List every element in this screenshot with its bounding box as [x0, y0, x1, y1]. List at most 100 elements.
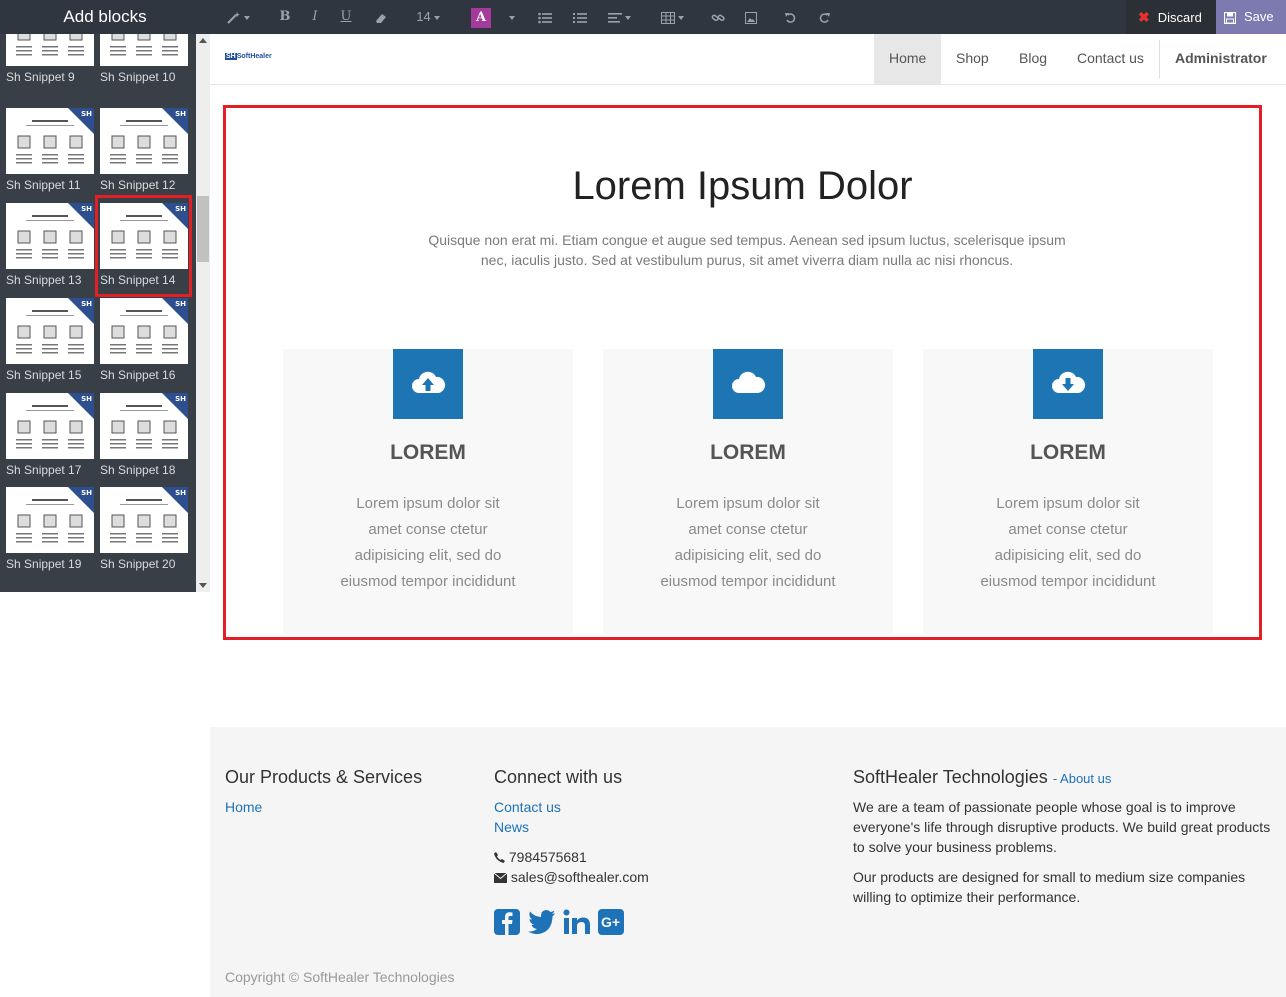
- color-dropdown[interactable]: [503, 0, 517, 34]
- footer-email: sales@softhealer.com: [493, 869, 649, 885]
- feature-icon-box: [393, 349, 463, 419]
- envelope-icon: [493, 872, 508, 883]
- website-navbar: SHSoftHealer Home Shop Blog Contact us A…: [210, 34, 1286, 110]
- google-plus-icon[interactable]: G+: [598, 909, 624, 935]
- image-icon: [745, 11, 757, 24]
- list-ol-icon: [573, 12, 587, 23]
- footer-news-link[interactable]: News: [494, 819, 529, 835]
- scrollbar-thumb[interactable]: [197, 196, 209, 262]
- feature-card[interactable]: LOREM Lorem ipsum dolor sit amet conse c…: [283, 349, 573, 635]
- snippet-preview-image: SH: [6, 108, 94, 174]
- feature-card[interactable]: LOREM Lorem ipsum dolor sit amet conse c…: [923, 349, 1213, 635]
- image-button[interactable]: [741, 0, 761, 34]
- bold-button[interactable]: B: [276, 0, 294, 34]
- eraser-icon: [376, 13, 386, 23]
- feature-title: LOREM: [710, 441, 786, 464]
- snippet-label: Sh Snippet 20: [100, 557, 176, 571]
- snippet-thumbnail[interactable]: SH Sh Snippet 18: [100, 393, 188, 477]
- close-icon: ✖: [1138, 9, 1150, 25]
- snippet-thumbnail[interactable]: SH Sh Snippet 20: [100, 487, 188, 571]
- snippet-preview-image: SH: [6, 487, 94, 553]
- snippet-label: Sh Snippet 11: [6, 178, 81, 192]
- snippet-section[interactable]: Lorem Ipsum Dolor Quisque non erat mi. E…: [223, 105, 1262, 640]
- ordered-list-button[interactable]: [570, 0, 590, 34]
- feature-card[interactable]: LOREM Lorem ipsum dolor sit amet conse c…: [603, 349, 893, 635]
- feature-title: LOREM: [390, 441, 466, 464]
- snippet-label: Sh Snippet 12: [100, 178, 176, 192]
- snippet-preview-image: SH: [100, 298, 188, 364]
- snippet-thumbnail[interactable]: SH Sh Snippet 17: [6, 393, 94, 477]
- site-footer: Our Products & Services Home Connect wit…: [210, 727, 1286, 997]
- snippet-thumbnail[interactable]: SH Sh Snippet 16: [100, 298, 188, 382]
- snippet-preview-image: SH: [6, 34, 94, 66]
- footer-connect-heading: Connect with us: [494, 767, 623, 787]
- table-icon: [660, 11, 675, 24]
- footer-company-heading: SoftHealer Technologies - About us: [853, 767, 1111, 788]
- phone-number: 7984575681: [508, 849, 587, 865]
- footer-contact-link[interactable]: Contact us: [494, 799, 561, 815]
- text-color-button[interactable]: A: [470, 0, 492, 34]
- nav-home[interactable]: Home: [874, 34, 942, 84]
- save-button[interactable]: Save: [1216, 0, 1286, 34]
- footer-products-heading: Our Products & Services: [225, 767, 423, 787]
- undo-button[interactable]: [781, 0, 801, 34]
- cloud-icon: [732, 371, 766, 393]
- nav-shop[interactable]: Shop: [941, 34, 1004, 84]
- snippet-preview-image: SH: [100, 34, 188, 66]
- nav-administrator-dropdown[interactable]: Administrator: [1160, 34, 1286, 110]
- align-dropdown[interactable]: [603, 0, 635, 34]
- italic-button[interactable]: I: [306, 0, 324, 34]
- font-size-dropdown[interactable]: 14: [410, 0, 446, 34]
- discard-button[interactable]: ✖ Discard: [1126, 0, 1216, 34]
- snippet-label: Sh Snippet 19: [6, 557, 82, 571]
- snippet-thumbnail[interactable]: SH Sh Snippet 12: [100, 108, 188, 192]
- snippet-thumbnail[interactable]: SH Sh Snippet 15: [6, 298, 94, 382]
- eraser-button[interactable]: [370, 0, 392, 34]
- snippet-label: Sh Snippet 13: [6, 273, 82, 287]
- snippet-thumbnail[interactable]: SH Sh Snippet 19: [6, 487, 94, 571]
- twitter-icon[interactable]: [528, 909, 556, 935]
- snippet-label: Sh Snippet 9: [6, 70, 75, 84]
- footer-about-link[interactable]: - About us: [1053, 771, 1112, 786]
- snippet-preview-image: SH: [100, 393, 188, 459]
- snippet-thumbnail[interactable]: SH Sh Snippet 9: [6, 34, 94, 84]
- snippet-thumbnail[interactable]: SH Sh Snippet 13: [6, 203, 94, 287]
- section-title[interactable]: Lorem Ipsum Dolor: [226, 164, 1259, 209]
- chevron-down-icon: [508, 15, 515, 20]
- admin-label: Administrator: [1175, 50, 1267, 66]
- snippet-label: Sh Snippet 18: [100, 463, 176, 477]
- scroll-up-arrow-icon[interactable]: [199, 38, 207, 43]
- sidebar-scrollbar[interactable]: [196, 34, 210, 592]
- nav-contact[interactable]: Contact us: [1062, 34, 1159, 84]
- snippets-sidebar: SH Sh Snippet 9 SH Sh Snippet 10 SH Sh Snippe…: [0, 34, 210, 592]
- cloud-download-icon: [1052, 371, 1086, 393]
- email-address: sales@softhealer.com: [510, 869, 649, 885]
- snippet-preview-image: SH: [6, 203, 94, 269]
- redo-button[interactable]: [814, 0, 834, 34]
- floppy-disk-icon: [1223, 11, 1237, 24]
- snippet-thumbnail[interactable]: SH Sh Snippet 11: [6, 108, 94, 192]
- site-logo[interactable]: SHSoftHealer: [225, 53, 272, 60]
- unordered-list-button[interactable]: [535, 0, 555, 34]
- footer-home-link[interactable]: Home: [225, 799, 262, 815]
- feature-text: Lorem ipsum dolor sit amet conse ctetur …: [980, 495, 1156, 590]
- magic-wand-icon: [226, 11, 240, 24]
- linkedin-icon[interactable]: [563, 909, 591, 935]
- scroll-down-arrow-icon[interactable]: [199, 583, 207, 588]
- table-dropdown[interactable]: [657, 0, 687, 34]
- snippet-preview-image: SH: [100, 108, 188, 174]
- redo-icon: [819, 12, 830, 23]
- link-button[interactable]: [708, 0, 728, 34]
- snippet-preview-image: SH: [100, 487, 188, 553]
- section-subtitle[interactable]: Quisque non erat mi. Etiam congue et aug…: [422, 230, 1072, 270]
- snippet-thumbnail[interactable]: SH Sh Snippet 10: [100, 34, 188, 84]
- style-dropdown[interactable]: [222, 0, 254, 34]
- list-ul-icon: [538, 12, 552, 23]
- logo-text: SoftHealer: [236, 53, 272, 60]
- facebook-icon[interactable]: [494, 909, 520, 935]
- snippet-label: Sh Snippet 17: [6, 463, 82, 477]
- underline-button[interactable]: U: [337, 0, 355, 34]
- align-left-icon: [607, 12, 622, 23]
- text-color-icon: A: [471, 7, 491, 28]
- nav-blog[interactable]: Blog: [1004, 34, 1062, 84]
